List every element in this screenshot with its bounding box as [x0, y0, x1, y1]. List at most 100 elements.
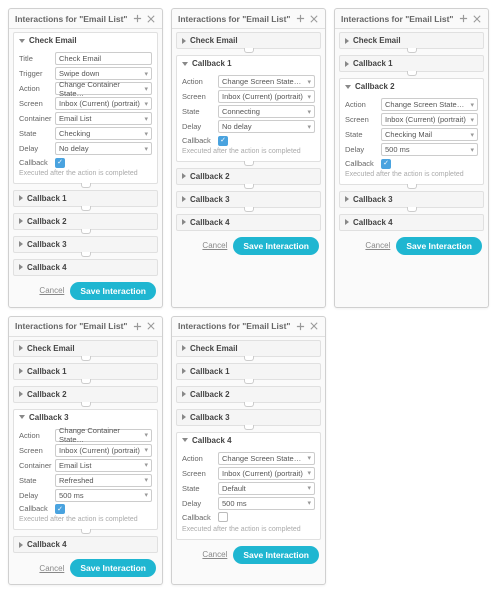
section-header[interactable]: Check Email [14, 341, 157, 356]
callback-checkbox[interactable]: ✓ [218, 136, 228, 146]
field-value: 500 ms [385, 145, 410, 154]
section-header[interactable]: Check Email [340, 33, 483, 48]
close-panel-icon[interactable] [308, 321, 319, 332]
add-interaction-icon[interactable] [458, 13, 469, 24]
section-header[interactable]: Callback 4 [340, 215, 483, 230]
section-header[interactable]: Callback 1 [177, 364, 320, 379]
section-header[interactable]: Callback 4 [14, 537, 157, 552]
section-header[interactable]: Callback 1 [177, 56, 320, 71]
close-panel-icon[interactable] [145, 13, 156, 24]
trigger-select[interactable]: Swipe down [55, 67, 152, 80]
field-row-callback: Callback✓ [182, 135, 315, 146]
delay-select[interactable]: 500 ms [381, 143, 478, 156]
section: Check Email [176, 340, 321, 357]
section-header[interactable]: Callback 1 [14, 364, 157, 379]
callback-checkbox[interactable]: ✓ [55, 158, 65, 168]
save-interaction-button[interactable]: Save Interaction [396, 237, 482, 255]
section-header[interactable]: Callback 4 [177, 215, 320, 230]
section-header[interactable]: Check Email [177, 33, 320, 48]
field-row-title: TitleCheck Email [19, 52, 152, 65]
add-interaction-icon[interactable] [132, 321, 143, 332]
save-interaction-button[interactable]: Save Interaction [233, 546, 319, 564]
delay-select[interactable]: 500 ms [218, 497, 315, 510]
section-header[interactable]: Callback 2 [14, 214, 157, 229]
field-label: Callback [182, 513, 218, 522]
close-panel-icon[interactable] [145, 321, 156, 332]
field-row-action: ActionChange Screen State… [182, 452, 315, 465]
section: Check Email [176, 32, 321, 49]
field-value: Change Container State… [59, 426, 141, 444]
close-panel-icon[interactable] [471, 13, 482, 24]
action-select[interactable]: Change Screen State… [218, 452, 315, 465]
section-header[interactable]: Callback 3 [14, 237, 157, 252]
cancel-link[interactable]: Cancel [365, 241, 390, 250]
field-label: State [182, 484, 218, 493]
add-interaction-icon[interactable] [295, 321, 306, 332]
state-select[interactable]: Default [218, 482, 315, 495]
disclosure-triangle-icon [19, 542, 23, 548]
section: Callback 4 [176, 214, 321, 231]
state-select[interactable]: Connecting [218, 105, 315, 118]
save-interaction-button[interactable]: Save Interaction [70, 559, 156, 577]
title-input[interactable]: Check Email [55, 52, 152, 65]
disclosure-triangle-icon [19, 345, 23, 351]
section-title: Callback 1 [353, 59, 393, 68]
action-select[interactable]: Change Screen State… [381, 98, 478, 111]
container-select[interactable]: Email List [55, 459, 152, 472]
section-header[interactable]: Check Email [177, 341, 320, 356]
add-interaction-icon[interactable] [132, 13, 143, 24]
screen-select[interactable]: Inbox (Current) (portrait) [218, 467, 315, 480]
cancel-link[interactable]: Cancel [39, 564, 64, 573]
section-header[interactable]: Callback 3 [14, 410, 157, 425]
section-header[interactable]: Callback 2 [14, 387, 157, 402]
section-body: ActionChange Container State…ScreenInbox… [14, 425, 157, 530]
section-header[interactable]: Callback 1 [14, 191, 157, 206]
field-value: No delay [59, 144, 89, 153]
section: Callback 3 [339, 191, 484, 208]
section-header[interactable]: Callback 4 [14, 260, 157, 275]
section-title: Check Email [190, 36, 238, 45]
section-header[interactable]: Callback 3 [177, 192, 320, 207]
state-select[interactable]: Refreshed [55, 474, 152, 487]
section-header[interactable]: Callback 2 [177, 169, 320, 184]
field-value: Change Screen State… [385, 100, 464, 109]
state-select[interactable]: Checking [55, 127, 152, 140]
screen-select[interactable]: Inbox (Current) (portrait) [55, 444, 152, 457]
state-select[interactable]: Checking Mail [381, 128, 478, 141]
container-select[interactable]: Email List [55, 112, 152, 125]
field-label: Action [182, 454, 218, 463]
callback-hint: Executed after the action is completed [19, 170, 152, 177]
callback-checkbox[interactable]: ✓ [55, 504, 65, 514]
section: Callback 4 [13, 259, 158, 276]
delay-select[interactable]: No delay [55, 142, 152, 155]
section-connector [339, 48, 484, 52]
screen-select[interactable]: Inbox (Current) (portrait) [55, 97, 152, 110]
section-connector [176, 48, 321, 52]
close-panel-icon[interactable] [308, 13, 319, 24]
action-select[interactable]: Change Screen State… [218, 75, 315, 88]
section-title: Callback 2 [190, 390, 230, 399]
save-interaction-button[interactable]: Save Interaction [70, 282, 156, 300]
screen-select[interactable]: Inbox (Current) (portrait) [218, 90, 315, 103]
delay-select[interactable]: 500 ms [55, 489, 152, 502]
field-value: Change Screen State… [222, 77, 301, 86]
callback-checkbox[interactable] [218, 512, 228, 522]
cancel-link[interactable]: Cancel [202, 241, 227, 250]
section-header[interactable]: Callback 1 [340, 56, 483, 71]
screen-select[interactable]: Inbox (Current) (portrait) [381, 113, 478, 126]
section-header[interactable]: Callback 3 [177, 410, 320, 425]
callback-checkbox[interactable]: ✓ [381, 159, 391, 169]
section-header[interactable]: Callback 4 [177, 433, 320, 448]
section-header[interactable]: Callback 2 [340, 79, 483, 94]
cancel-link[interactable]: Cancel [202, 550, 227, 559]
section-header[interactable]: Check Email [14, 33, 157, 48]
section-header[interactable]: Callback 3 [340, 192, 483, 207]
delay-select[interactable]: No delay [218, 120, 315, 133]
disclosure-triangle-icon [19, 415, 25, 419]
action-select[interactable]: Change Container State… [55, 429, 152, 442]
section-header[interactable]: Callback 2 [177, 387, 320, 402]
add-interaction-icon[interactable] [295, 13, 306, 24]
save-interaction-button[interactable]: Save Interaction [233, 237, 319, 255]
action-select[interactable]: Change Container State… [55, 82, 152, 95]
cancel-link[interactable]: Cancel [39, 286, 64, 295]
